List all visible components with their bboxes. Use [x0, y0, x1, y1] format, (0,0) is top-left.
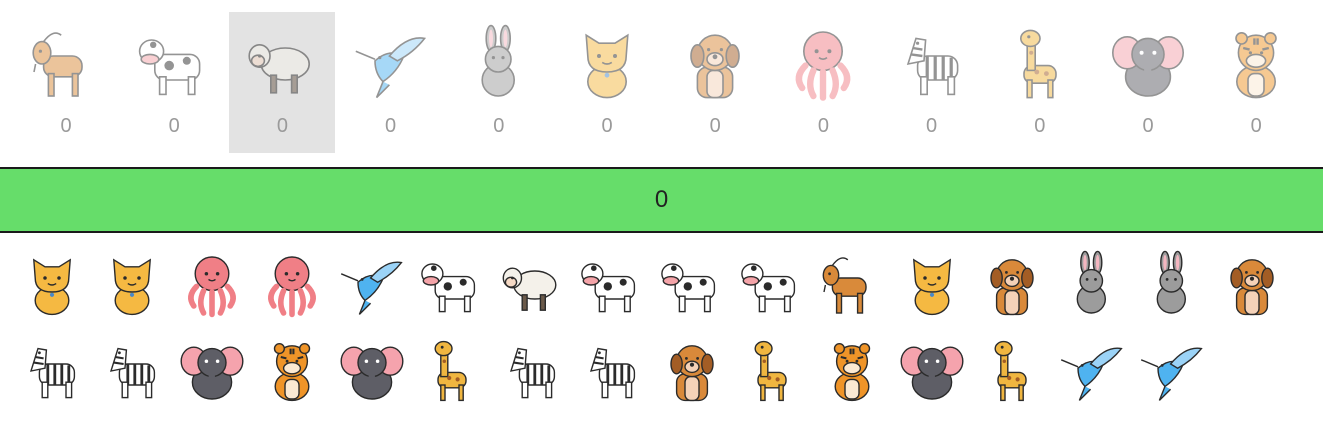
slot-count: 0 — [1250, 115, 1262, 137]
cow-icon — [134, 24, 214, 104]
dog-icon — [675, 24, 755, 104]
slot-count: 0 — [168, 115, 180, 137]
slot-cow[interactable]: 0 — [121, 12, 227, 153]
slot-sheep[interactable]: 0 — [229, 12, 336, 153]
sheep-icon — [242, 24, 322, 104]
slot-elephant[interactable]: 0 — [1095, 12, 1201, 153]
slot-cat[interactable]: 0 — [554, 12, 660, 153]
animal-pool — [0, 250, 1323, 420]
octopus-icon — [783, 24, 863, 104]
pool-octopus-icon[interactable] — [177, 250, 247, 320]
pool-elephant-icon[interactable] — [177, 336, 247, 406]
elephant-icon — [1108, 24, 1188, 104]
pool-cow-icon[interactable] — [657, 250, 727, 320]
pool-cat-icon[interactable] — [17, 250, 87, 320]
slot-giraffe[interactable]: 0 — [987, 12, 1093, 153]
slot-count: 0 — [276, 115, 288, 137]
slot-count: 0 — [601, 115, 613, 137]
pool-hummingbird-icon[interactable] — [1057, 336, 1127, 406]
score-bar: 0 — [0, 167, 1323, 233]
pool-giraffe-icon[interactable] — [977, 336, 1047, 406]
pool-tiger-icon[interactable] — [257, 336, 327, 406]
pool-cow-icon[interactable] — [737, 250, 807, 320]
pool-octopus-icon[interactable] — [257, 250, 327, 320]
pool-rabbit-icon[interactable] — [1137, 250, 1207, 320]
slot-tiger[interactable]: 0 — [1203, 12, 1309, 153]
slot-count: 0 — [1034, 115, 1046, 137]
hummingbird-icon — [351, 24, 431, 104]
rabbit-icon — [459, 24, 539, 104]
pool-giraffe-icon[interactable] — [417, 336, 487, 406]
pool-zebra-icon[interactable] — [17, 336, 87, 406]
slot-count: 0 — [385, 115, 397, 137]
slot-count: 0 — [926, 115, 938, 137]
slot-rabbit[interactable]: 0 — [446, 12, 552, 153]
goat-icon — [26, 24, 106, 104]
score-value: 0 — [654, 186, 669, 213]
pool-cat-icon[interactable] — [97, 250, 167, 320]
slot-hummingbird[interactable]: 0 — [338, 12, 444, 153]
slot-zebra[interactable]: 0 — [879, 12, 985, 153]
pool-elephant-icon[interactable] — [337, 336, 407, 406]
tiger-icon — [1216, 24, 1296, 104]
slot-count: 0 — [493, 115, 505, 137]
slot-row: 0 0 0 0 0 0 0 0 0 0 0 0 — [0, 12, 1323, 153]
pool-dog-icon[interactable] — [977, 250, 1047, 320]
pool-hummingbird-icon[interactable] — [1137, 336, 1207, 406]
pool-tiger-icon[interactable] — [817, 336, 887, 406]
pool-dog-icon[interactable] — [657, 336, 727, 406]
zebra-icon — [892, 24, 972, 104]
slot-count: 0 — [1142, 115, 1154, 137]
giraffe-icon — [1000, 24, 1080, 104]
pool-zebra-icon[interactable] — [497, 336, 567, 406]
pool-cat-icon[interactable] — [897, 250, 967, 320]
pool-cow-icon[interactable] — [577, 250, 647, 320]
pool-hummingbird-icon[interactable] — [337, 250, 407, 320]
pool-elephant-icon[interactable] — [897, 336, 967, 406]
slot-count: 0 — [817, 115, 829, 137]
slot-goat[interactable]: 0 — [13, 12, 119, 153]
pool-cow-icon[interactable] — [417, 250, 487, 320]
slot-count: 0 — [60, 115, 72, 137]
pool-sheep-icon[interactable] — [497, 250, 567, 320]
slot-octopus[interactable]: 0 — [770, 12, 876, 153]
pool-zebra-icon[interactable] — [577, 336, 647, 406]
slot-count: 0 — [709, 115, 721, 137]
slot-dog[interactable]: 0 — [662, 12, 768, 153]
pool-dog-icon[interactable] — [1217, 250, 1287, 320]
pool-giraffe-icon[interactable] — [737, 336, 807, 406]
pool-goat-icon[interactable] — [817, 250, 887, 320]
pool-rabbit-icon[interactable] — [1057, 250, 1127, 320]
pool-zebra-icon[interactable] — [97, 336, 167, 406]
cat-icon — [567, 24, 647, 104]
